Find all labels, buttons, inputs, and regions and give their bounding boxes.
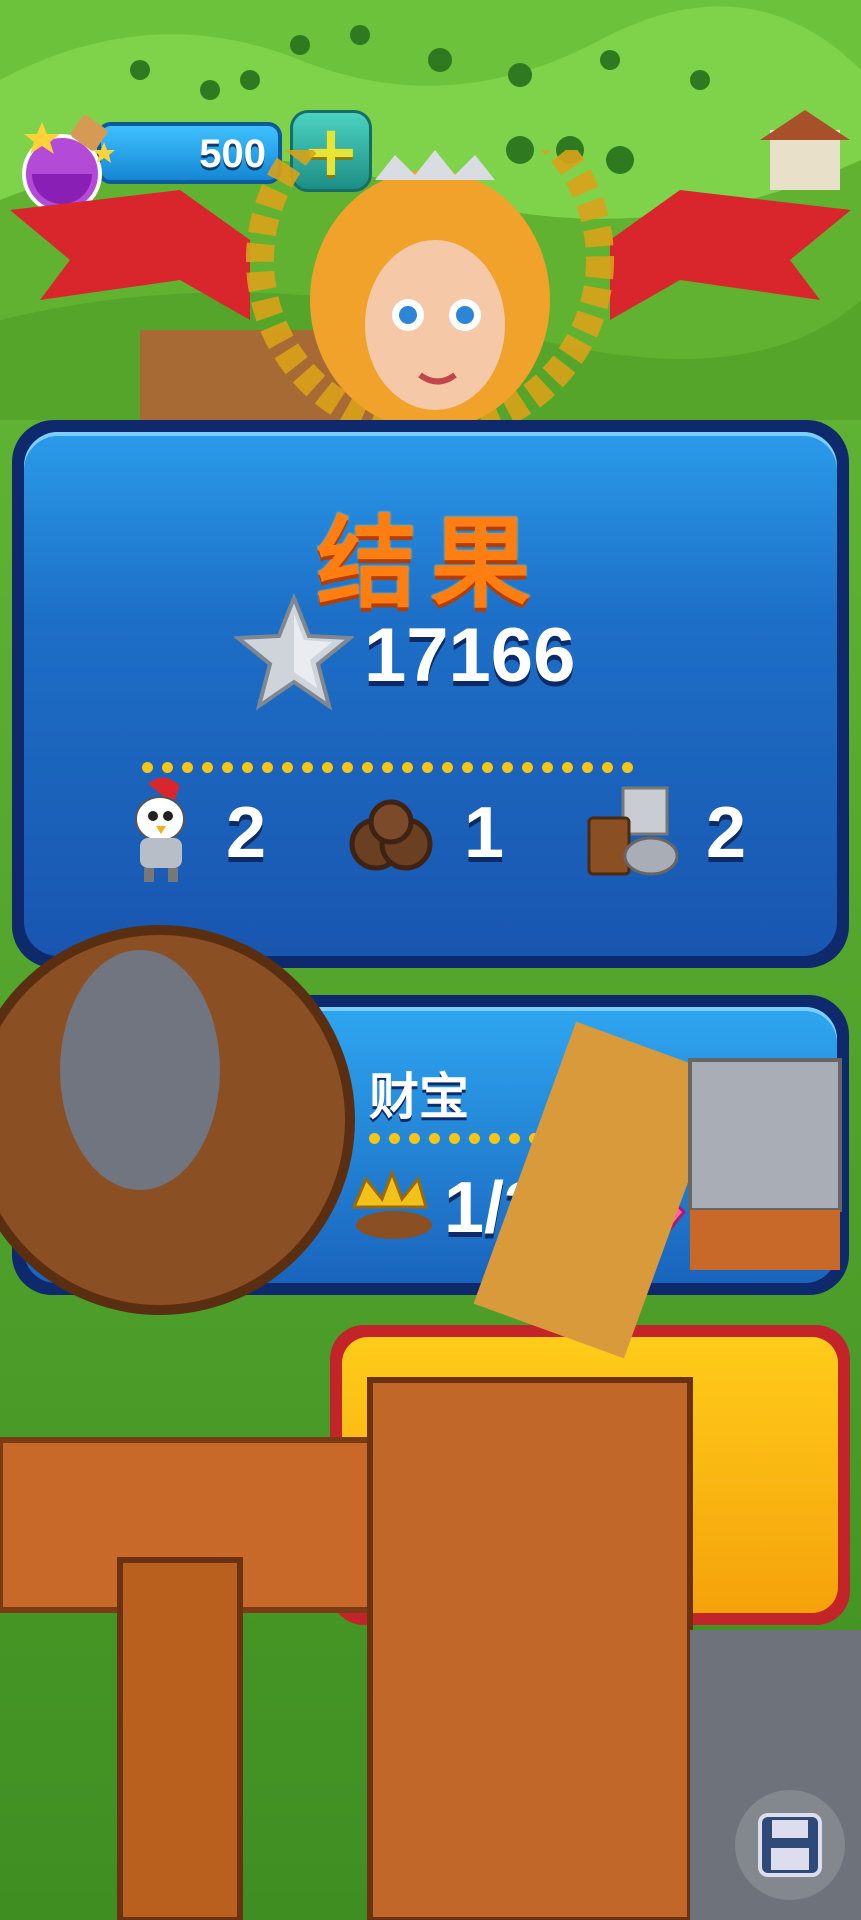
wood-stone-resources-icon [587, 786, 679, 876]
stat-knights: 2 [118, 774, 318, 884]
stat-ropes: 1 [346, 774, 546, 884]
score-row: 17166 [234, 594, 634, 711]
knight-rooster-icon [135, 777, 185, 882]
dotted-divider [142, 758, 762, 773]
ropes-count: 1 [464, 793, 505, 873]
score-value: 17166 [364, 613, 576, 698]
save-button[interactable] [735, 1790, 845, 1900]
catapult-foreground [0, 925, 861, 1920]
silver-star-icon [234, 594, 354, 711]
floppy-disk-icon [758, 1813, 822, 1877]
resources-count: 2 [706, 793, 747, 873]
result-panel-body: 结果 17166 2 1 2 [24, 432, 837, 956]
rope-bundle-icon [349, 799, 433, 871]
result-panel: 结果 17166 2 1 2 [12, 420, 849, 968]
princess-banner [10, 150, 851, 420]
knights-count: 2 [226, 793, 267, 873]
stat-resources: 2 [576, 774, 816, 884]
